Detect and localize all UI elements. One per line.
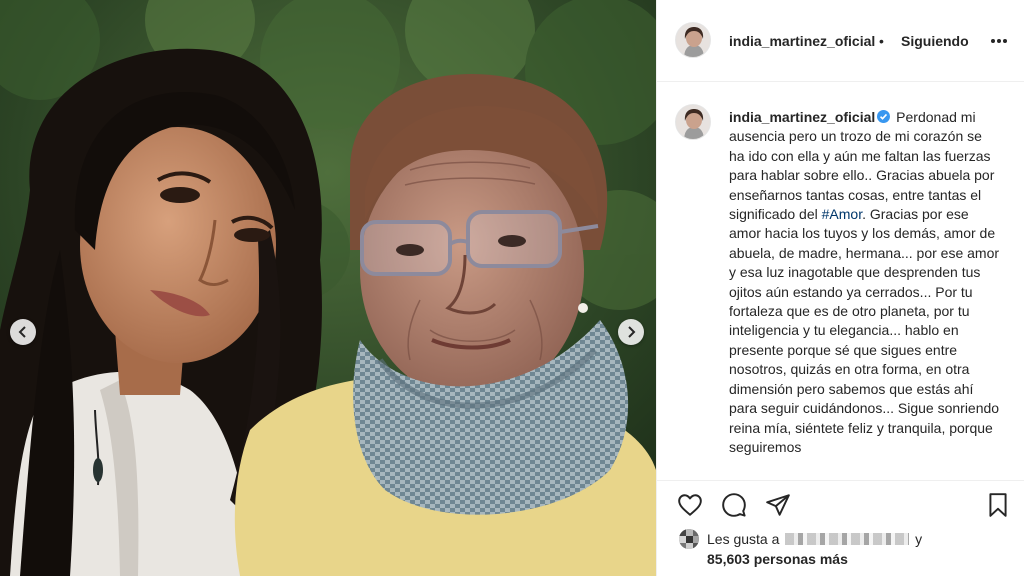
verified-badge-icon	[877, 110, 891, 123]
comment-icon[interactable]	[721, 492, 747, 518]
bookmark-icon[interactable]	[985, 492, 1011, 518]
liker-avatar-image	[679, 529, 699, 549]
blurred-liker-name	[785, 533, 910, 545]
likes-count[interactable]: 85,603 personas más	[707, 551, 848, 567]
caption-area: india_martinez_oficial Perdonad mi ausen…	[657, 82, 1024, 480]
caption-username[interactable]: india_martinez_oficial	[729, 109, 875, 125]
caption-avatar-image	[676, 105, 710, 139]
photo-illustration	[0, 0, 656, 576]
likes-summary: Les gusta a y	[707, 531, 922, 547]
avatar[interactable]	[675, 22, 711, 58]
carousel-next-button[interactable]	[618, 319, 644, 345]
post-photo[interactable]	[0, 0, 656, 576]
chevron-left-icon	[18, 326, 26, 338]
chevron-right-icon	[628, 326, 636, 338]
more-options-icon[interactable]	[989, 34, 1009, 48]
caption-hashtag[interactable]: #Amor	[822, 206, 862, 222]
caption-text-end: . Gracias por ese amor hacia los tuyos y…	[729, 206, 1000, 455]
post-side-panel: india_martinez_oficial • Siguiendo india…	[656, 0, 1024, 576]
following-button[interactable]: Siguiendo	[901, 33, 969, 49]
likes-suffix: y	[915, 531, 923, 547]
caption-avatar[interactable]	[675, 104, 711, 140]
separator-dot: •	[879, 33, 884, 49]
post-actions: Les gusta a y 85,603 personas más	[657, 480, 1024, 576]
post-username[interactable]: india_martinez_oficial	[729, 33, 875, 49]
liker-avatar[interactable]	[679, 529, 699, 549]
avatar-image	[676, 23, 710, 57]
paper-plane-icon[interactable]	[765, 492, 791, 518]
post-header: india_martinez_oficial • Siguiendo	[657, 0, 1024, 82]
post-caption: india_martinez_oficial Perdonad mi ausen…	[729, 108, 1001, 457]
likes-prefix: Les gusta a	[707, 531, 780, 547]
carousel-prev-button[interactable]	[10, 319, 36, 345]
heart-icon[interactable]	[677, 492, 703, 518]
